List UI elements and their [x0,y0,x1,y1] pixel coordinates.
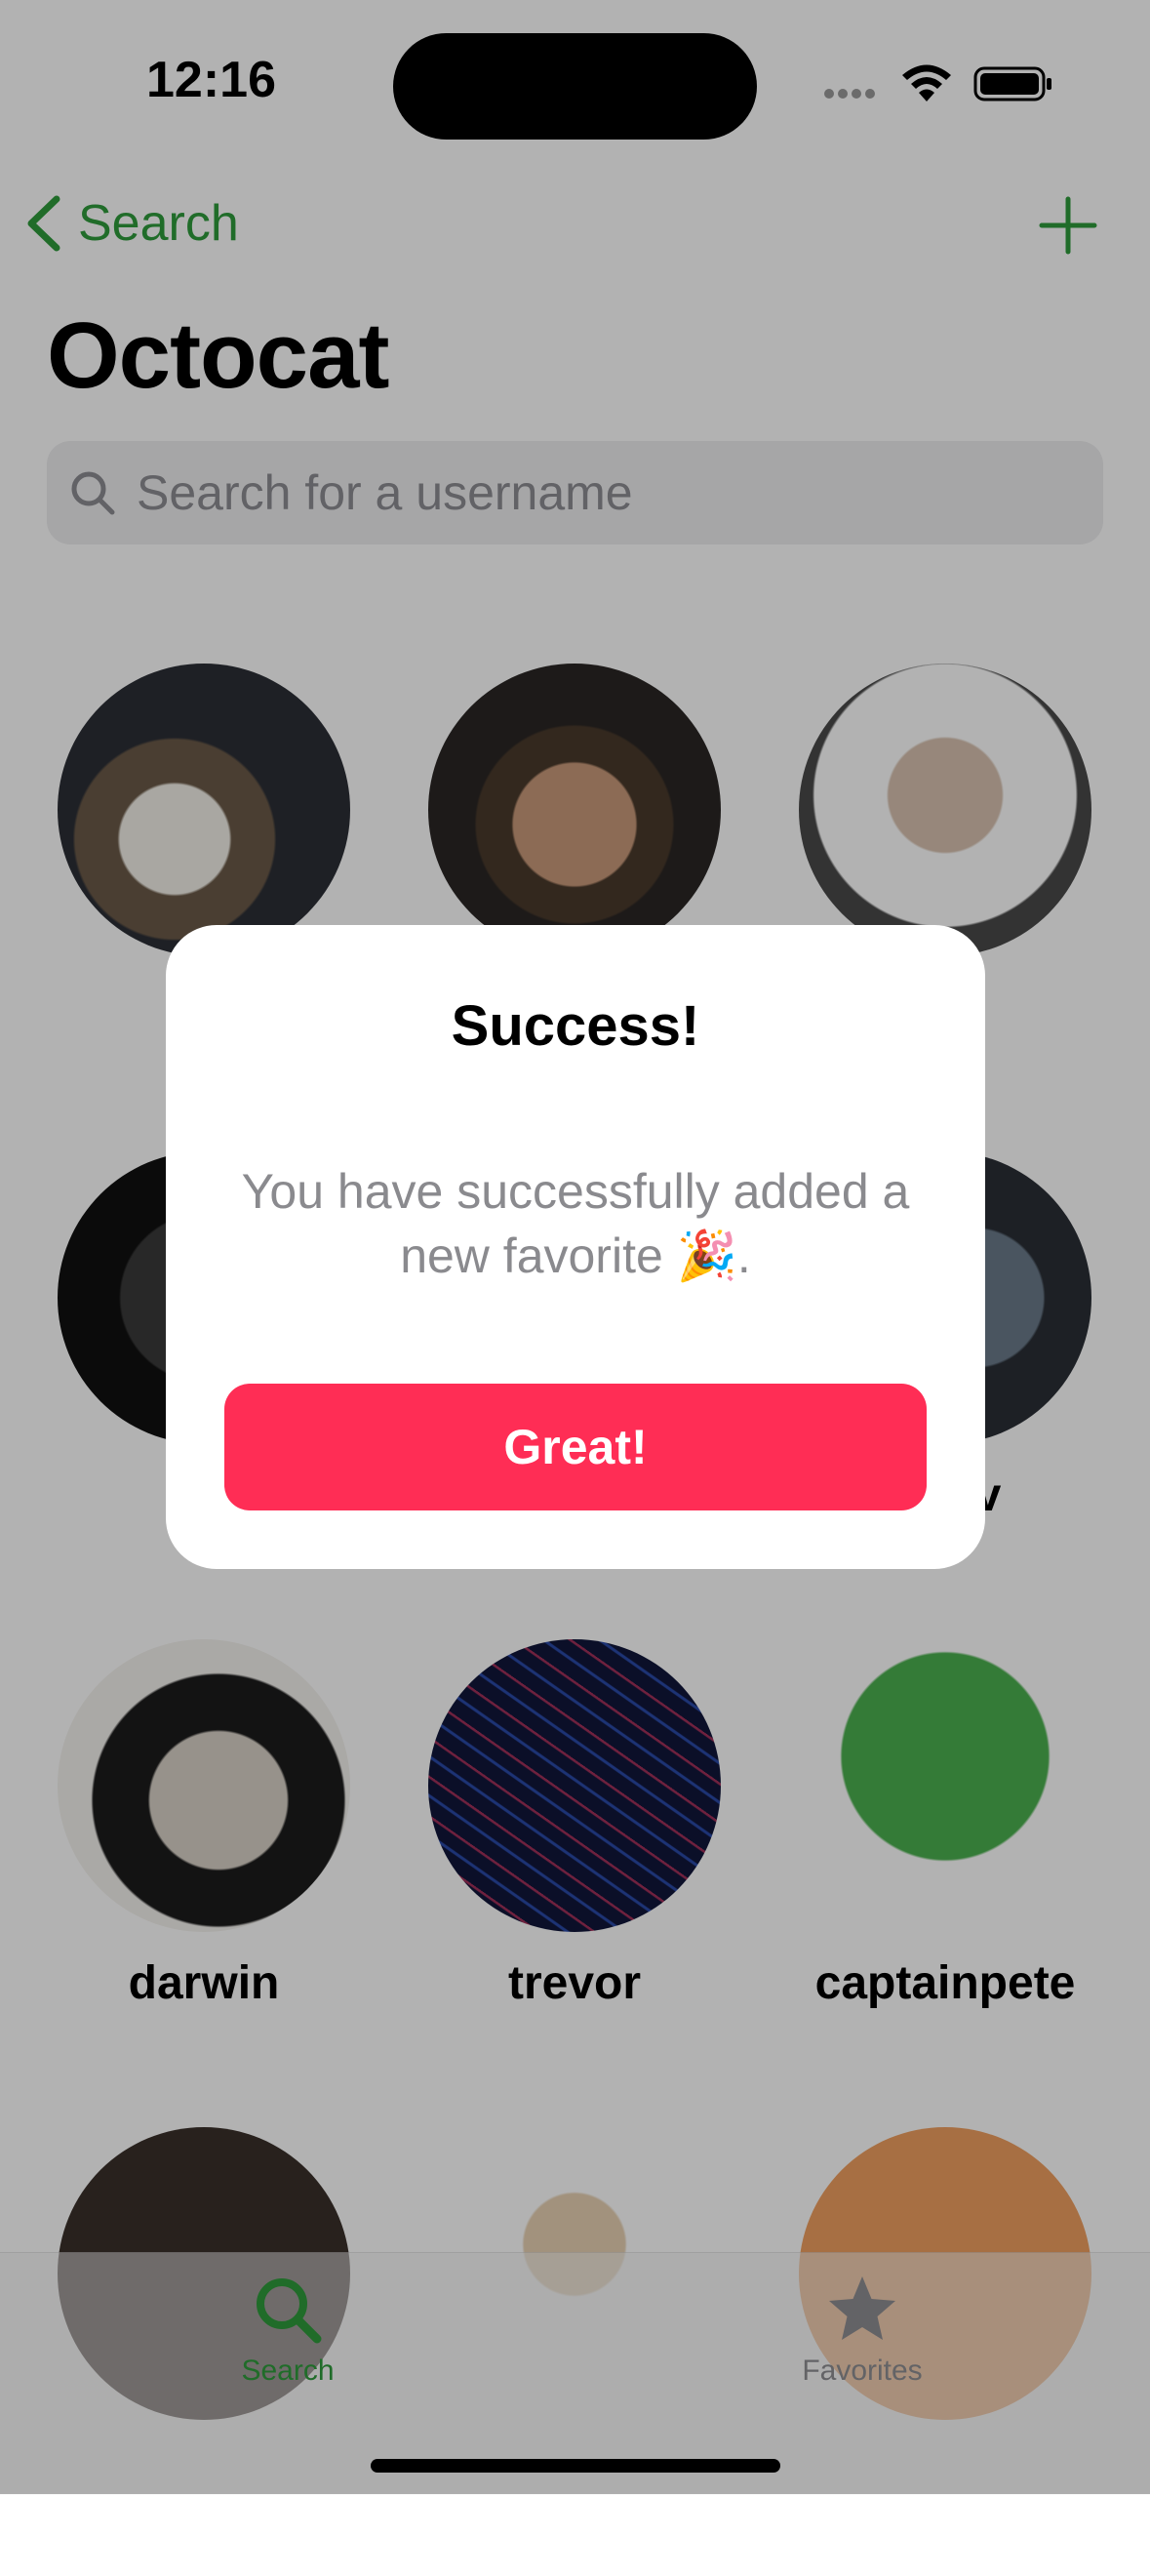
home-indicator[interactable] [371,2459,780,2473]
success-dialog: Success! You have successfully added a n… [166,925,985,1569]
dialog-message: You have successfully added a new favori… [241,1164,910,1283]
dialog-title: Success! [451,994,700,1058]
great-button[interactable]: Great! [224,1384,927,1510]
